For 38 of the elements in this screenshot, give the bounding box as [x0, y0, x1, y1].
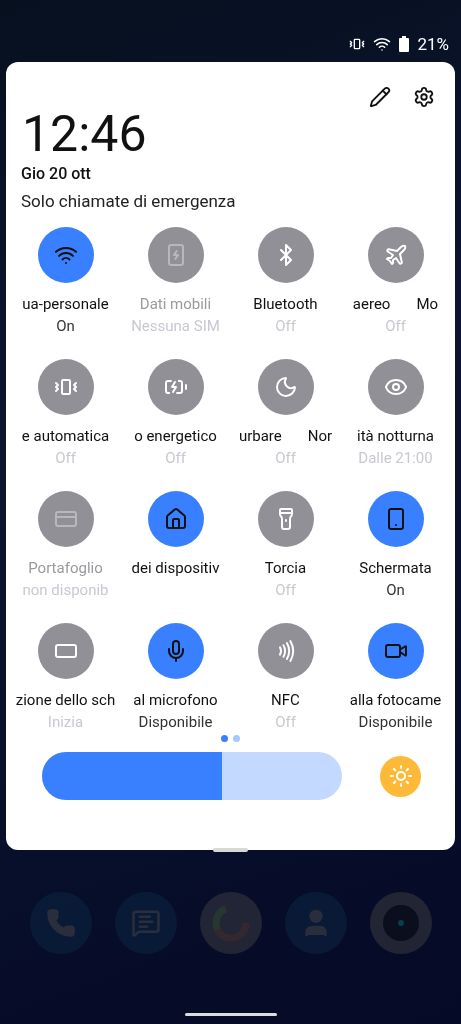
tile-label: urbare Nor	[238, 427, 333, 445]
tile-label: alla fotocame	[349, 691, 442, 709]
home-icon	[163, 507, 188, 531]
page-dot[interactable]	[221, 735, 228, 742]
battery-icon	[399, 36, 410, 52]
tile-label: zione dello sch	[15, 691, 116, 709]
battery-percentage: 21%	[417, 34, 449, 54]
edit-icon[interactable]	[369, 86, 391, 108]
tile-label: o energetico	[134, 427, 217, 445]
airplane-icon	[383, 243, 408, 267]
tile-label: NFC	[271, 691, 300, 709]
wifi-icon	[373, 35, 392, 53]
tile-status: On	[386, 581, 405, 599]
moon-icon	[273, 375, 298, 399]
page-dot[interactable]	[233, 735, 240, 742]
tile-label: ua-personale	[22, 295, 109, 313]
tile-label: ità notturna	[357, 427, 434, 445]
tile-label: Torcia	[264, 559, 307, 577]
clock: 12:46	[21, 108, 148, 160]
tile-label: Portafoglio	[28, 559, 103, 577]
tile-label: aereo Mo	[352, 295, 439, 313]
settings-icon[interactable]	[413, 86, 435, 108]
tile-label: e automatica	[21, 427, 110, 445]
date: Gio 20 ott	[20, 164, 92, 183]
tile-label: al microfono	[133, 691, 218, 709]
tile-label: Bluetooth	[253, 295, 318, 313]
brightness-slider[interactable]	[42, 752, 342, 800]
tile-status: Disponibile	[358, 713, 433, 731]
vibrate-icon	[349, 36, 366, 52]
auto-brightness-button[interactable]	[380, 755, 421, 797]
tile-status: On	[56, 317, 75, 335]
navigation-handle[interactable]	[185, 1013, 277, 1016]
tile-label: Schermata	[359, 559, 432, 577]
sun-icon	[388, 764, 413, 788]
network-status: Solo chiamate di emergenza	[20, 191, 237, 211]
tile-label: dei dispositiv	[131, 559, 220, 577]
tile-status: Disponibile	[138, 713, 213, 731]
tile-label: Dati mobili	[139, 295, 212, 313]
